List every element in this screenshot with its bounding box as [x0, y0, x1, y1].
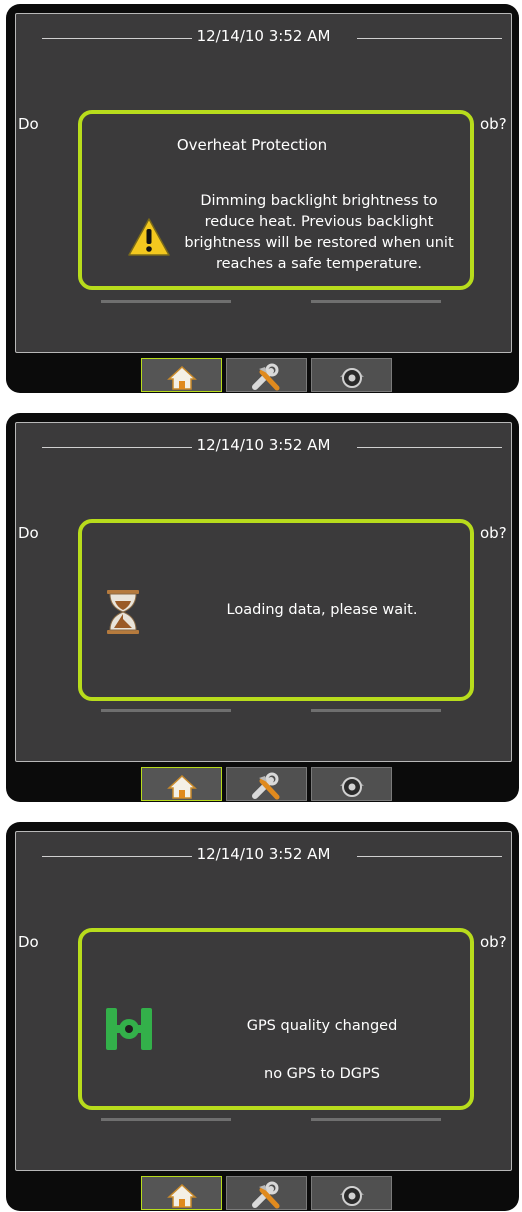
camera-icon [340, 1186, 364, 1206]
tab-camera[interactable] [311, 358, 392, 392]
datetime-label: 12/14/10 3:52 AM [196, 27, 331, 45]
message-line: no GPS to DGPS [264, 1066, 380, 1082]
device-screen-overheat: 12/14/10 3:52 AM Do ob? Overheat Protect… [6, 4, 519, 393]
datetime-label: 12/14/10 3:52 AM [196, 436, 331, 454]
tab-home[interactable] [141, 358, 222, 392]
popup-message: GPS quality changed no GPS to DGPS [212, 1014, 432, 1086]
gps-receiver-icon [104, 1004, 154, 1058]
message-line: reaches a safe temperature. [215, 256, 423, 272]
background-question-end: ob? [480, 524, 507, 542]
warning-icon [128, 218, 170, 260]
background-question-start: Do [18, 524, 39, 542]
camera-icon [340, 368, 364, 388]
background-question-start: Do [18, 115, 39, 133]
popup-message: Loading data, please wait. [212, 600, 432, 621]
tab-camera[interactable] [311, 767, 392, 801]
background-button-left [101, 1118, 231, 1121]
message-line: Dimming backlight brightness to [200, 193, 438, 209]
message-line: Loading data, please wait. [226, 602, 418, 618]
tools-icon [252, 363, 280, 391]
background-question-end: ob? [480, 115, 507, 133]
tab-home[interactable] [141, 767, 222, 801]
device-screen-loading: 12/14/10 3:52 AM Do ob? Loading data, pl… [6, 413, 519, 802]
background-button-right [311, 300, 441, 303]
background-button-right [311, 709, 441, 712]
screen-area: 12/14/10 3:52 AM Do ob? Loading data, pl… [15, 422, 512, 762]
loading-popup[interactable]: Loading data, please wait. [78, 519, 474, 701]
tab-tools[interactable] [226, 358, 307, 392]
background-question-end: ob? [480, 933, 507, 951]
tab-tools[interactable] [226, 767, 307, 801]
home-icon [167, 1183, 197, 1208]
tab-tools[interactable] [226, 1176, 307, 1210]
bottom-tab-bar [141, 767, 396, 803]
device-screen-gps: 12/14/10 3:52 AM Do ob? GPS quality chan… [6, 822, 519, 1211]
camera-icon [340, 777, 364, 797]
message-line-spacer [212, 1038, 432, 1062]
screen-area: 12/14/10 3:52 AM Do ob? GPS quality chan… [15, 831, 512, 1171]
tools-icon [252, 772, 280, 800]
background-button-right [311, 1118, 441, 1121]
bottom-tab-bar [141, 1176, 396, 1212]
message-line: brightness will be restored when unit [184, 235, 454, 251]
tools-icon [252, 1181, 280, 1209]
popup-message: Dimming backlight brightness to reduce h… [184, 191, 454, 275]
message-line: reduce heat. Previous backlight [204, 214, 434, 230]
hourglass-icon [106, 589, 140, 639]
tab-home[interactable] [141, 1176, 222, 1210]
background-button-left [101, 709, 231, 712]
screen-area: 12/14/10 3:52 AM Do ob? Overheat Protect… [15, 13, 512, 353]
message-line: GPS quality changed [246, 1018, 398, 1034]
bottom-tab-bar [141, 358, 396, 394]
tab-camera[interactable] [311, 1176, 392, 1210]
popup-title: Overheat Protection [176, 136, 328, 154]
datetime-label: 12/14/10 3:52 AM [196, 845, 331, 863]
gps-popup[interactable]: GPS quality changed no GPS to DGPS [78, 928, 474, 1110]
overheat-popup[interactable]: Overheat Protection Dimming backlight br… [78, 110, 474, 290]
background-question-start: Do [18, 933, 39, 951]
home-icon [167, 774, 197, 799]
background-button-left [101, 300, 231, 303]
home-icon [167, 365, 197, 390]
